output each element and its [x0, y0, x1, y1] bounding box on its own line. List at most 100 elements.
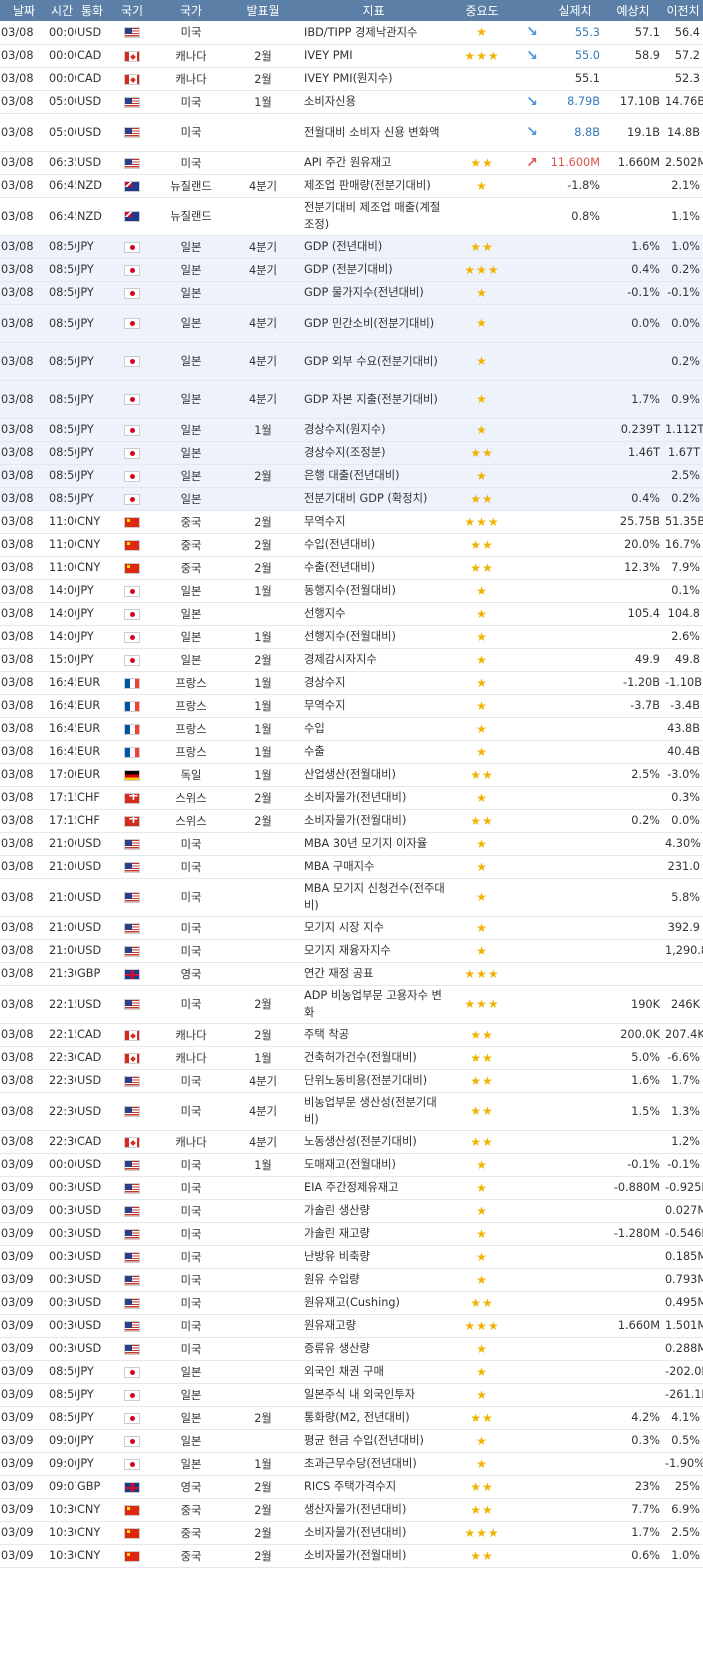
- row-indicator[interactable]: 단위노동비용(전분기대비): [300, 1069, 447, 1093]
- row-indicator[interactable]: MBA 30년 모기지 이자율: [300, 832, 447, 856]
- row-indicator[interactable]: 전분기대비 제조업 매출(계절조정): [300, 197, 447, 236]
- row-indicator[interactable]: 원유재고량: [300, 1314, 447, 1338]
- row-indicator[interactable]: 소비자신용: [300, 90, 447, 114]
- row-indicator[interactable]: IBD/TIPP 경제낙관지수: [300, 21, 447, 45]
- row-indicator[interactable]: API 주간 원유재고: [300, 151, 447, 175]
- row-indicator[interactable]: 원유 수입량: [300, 1268, 447, 1292]
- row-indicator[interactable]: 노동생산성(전분기대비): [300, 1130, 447, 1154]
- table-row[interactable]: 03/0900:30USD 미국 원유 수입량 ★ 0.793M: [0, 1268, 703, 1292]
- table-row[interactable]: 03/0811:00CNY 중국2월수입(전년대비) ★★ 20.0%16.7%: [0, 533, 703, 557]
- row-indicator[interactable]: 선행지수(전월대비): [300, 625, 447, 649]
- table-row[interactable]: 03/0808:50JPY 일본4분기GDP 자본 지출(전분기대비) ★ 1.7%0…: [0, 380, 703, 419]
- table-row[interactable]: 03/0822:30USD 미국4분기비농업부문 생산성(전분기대비) ★★ 1.5%…: [0, 1092, 703, 1131]
- table-row[interactable]: 03/0822:15USD 미국2월ADP 비농업부문 고용자수 변화 ★★★ 190…: [0, 985, 703, 1024]
- table-row[interactable]: 03/0816:45EUR 프랑스1월무역수지 ★ -3.7B-3.4B: [0, 694, 703, 718]
- table-row[interactable]: 03/0800:00CAD 캐나다2월IVEY PMI(원지수) 55.1 52.3: [0, 67, 703, 91]
- row-indicator[interactable]: 수출: [300, 740, 447, 764]
- table-row[interactable]: 03/0900:30USD 미국 증류유 생산량 ★ 0.288M: [0, 1337, 703, 1361]
- row-indicator[interactable]: 경상수지: [300, 671, 447, 695]
- row-indicator[interactable]: 일본주식 내 외국인투자: [300, 1383, 447, 1407]
- header-importance[interactable]: 중요도: [447, 0, 517, 21]
- row-indicator[interactable]: 생산자물가(전년대비): [300, 1498, 447, 1522]
- table-row[interactable]: 03/0821:30GBP 영국 연간 재정 공표 ★★★: [0, 962, 703, 986]
- table-row[interactable]: 03/0811:00CNY 중국2월수출(전년대비) ★★ 12.3%7.9%: [0, 556, 703, 580]
- table-row[interactable]: 03/0908:50JPY 일본 일본주식 내 외국인투자 ★ -261.1B: [0, 1383, 703, 1407]
- row-indicator[interactable]: 건축허가건수(전월대비): [300, 1046, 447, 1070]
- row-indicator[interactable]: 산업생산(전월대비): [300, 763, 447, 787]
- table-row[interactable]: 03/0900:30USD 미국 원유재고량 ★★★ 1.660M1.501M: [0, 1314, 703, 1338]
- row-indicator[interactable]: 소비자물가(전년대비): [300, 786, 447, 810]
- row-indicator[interactable]: 전분기대비 GDP (확정치): [300, 487, 447, 511]
- row-indicator[interactable]: 원유재고(Cushing): [300, 1291, 447, 1315]
- header-currency[interactable]: 통화: [76, 0, 108, 21]
- row-indicator[interactable]: EIA 주간정제유재고: [300, 1176, 447, 1200]
- table-row[interactable]: 03/0814:00JPY 일본1월동행지수(전월대비) ★ 0.1%: [0, 579, 703, 603]
- row-indicator[interactable]: GDP 민간소비(전분기대비): [300, 304, 447, 343]
- row-indicator[interactable]: 가솔린 재고량: [300, 1222, 447, 1246]
- row-indicator[interactable]: 무역수지: [300, 510, 447, 534]
- row-indicator[interactable]: 수입(전년대비): [300, 533, 447, 557]
- row-indicator[interactable]: 수입: [300, 717, 447, 741]
- table-row[interactable]: 03/0816:45EUR 프랑스1월수출 ★ 40.4B: [0, 740, 703, 764]
- table-row[interactable]: 03/0814:00JPY 일본 선행지수 ★ 105.4104.8: [0, 602, 703, 626]
- row-indicator[interactable]: IVEY PMI: [300, 44, 447, 68]
- table-row[interactable]: 03/0821:00USD 미국 모기지 시장 지수 ★ 392.9: [0, 916, 703, 940]
- row-indicator[interactable]: 제조업 판매량(전분기대비): [300, 174, 447, 198]
- header-indicator[interactable]: 지표: [300, 0, 447, 21]
- table-row[interactable]: 03/0908:50JPY 일본2월통화량(M2, 전년대비) ★★ 4.2%4.1%: [0, 1406, 703, 1430]
- table-row[interactable]: 03/0805:00USD 미국1월소비자신용 ↘8.79B17.10B14.76B: [0, 90, 703, 114]
- row-indicator[interactable]: 난방유 비축량: [300, 1245, 447, 1269]
- table-row[interactable]: 03/0816:45EUR 프랑스1월경상수지 ★ -1.20B-1.10B: [0, 671, 703, 695]
- table-row[interactable]: 03/0805:00USD 미국 전월대비 소비자 신용 변화액 ↘8.8B19.1B…: [0, 113, 703, 152]
- row-indicator[interactable]: 경상수지(원지수): [300, 418, 447, 442]
- row-indicator[interactable]: 비농업부문 생산성(전분기대비): [300, 1092, 447, 1131]
- table-row[interactable]: 03/0900:30USD 미국 EIA 주간정제유재고 ★ -0.880M-0.925…: [0, 1176, 703, 1200]
- table-row[interactable]: 03/0909:00JPY 일본 평균 현금 수입(전년대비) ★ 0.3%0.5%: [0, 1429, 703, 1453]
- row-indicator[interactable]: 도매재고(전월대비): [300, 1153, 447, 1177]
- row-indicator[interactable]: 증류유 생산량: [300, 1337, 447, 1361]
- row-indicator[interactable]: 통화량(M2, 전년대비): [300, 1406, 447, 1430]
- table-row[interactable]: 03/0806:45NZD 뉴질랜드 전분기대비 제조업 매출(계절조정) 0.8% 1…: [0, 197, 703, 236]
- row-indicator[interactable]: 은행 대출(전년대비): [300, 464, 447, 488]
- table-row[interactable]: 03/0817:00EUR 독일1월산업생산(전월대비) ★★ 2.5%-3.0%: [0, 763, 703, 787]
- table-row[interactable]: 03/0822:15CAD 캐나다2월주택 착공 ★★ 200.0K207.4K: [0, 1023, 703, 1047]
- table-row[interactable]: 03/0821:00USD 미국 MBA 구매지수 ★ 231.0: [0, 855, 703, 879]
- header-period[interactable]: 발표월: [226, 0, 300, 21]
- table-row[interactable]: 03/0811:00CNY 중국2월무역수지 ★★★ 25.75B51.35B: [0, 510, 703, 534]
- table-row[interactable]: 03/0908:50JPY 일본 외국인 채권 구매 ★ -202.0B: [0, 1360, 703, 1384]
- header-previous[interactable]: 이전치: [663, 0, 703, 21]
- table-row[interactable]: 03/0821:00USD 미국 MBA 모기지 신청건수(전주대비) ★ 5.8%: [0, 878, 703, 917]
- row-indicator[interactable]: 평균 현금 수입(전년대비): [300, 1429, 447, 1453]
- header-flag[interactable]: 국기: [108, 0, 156, 21]
- table-row[interactable]: 03/0808:50JPY 일본 경상수지(조정분) ★★ 1.46T1.67T: [0, 441, 703, 465]
- row-indicator[interactable]: 소비자물가(전월대비): [300, 1544, 447, 1568]
- row-indicator[interactable]: 소비자물가(전년대비): [300, 1521, 447, 1545]
- row-indicator[interactable]: 모기지 재융자지수: [300, 939, 447, 963]
- header-time[interactable]: 시간: [48, 0, 76, 21]
- table-row[interactable]: 03/0817:15CHF 스위스2월소비자물가(전월대비) ★★ 0.2%0.0%: [0, 809, 703, 833]
- header-date[interactable]: 날짜: [0, 0, 48, 21]
- table-row[interactable]: 03/0808:50JPY 일본4분기GDP (전분기대비) ★★★ 0.4%0.2%: [0, 258, 703, 282]
- row-indicator[interactable]: 경상수지(조정분): [300, 441, 447, 465]
- table-row[interactable]: 03/0822:30CAD 캐나다1월건축허가건수(전월대비) ★★ 5.0%-6.6…: [0, 1046, 703, 1070]
- table-row[interactable]: 03/0910:30CNY 중국2월소비자물가(전년대비) ★★★ 1.7%2.5%: [0, 1521, 703, 1545]
- row-indicator[interactable]: 동행지수(전월대비): [300, 579, 447, 603]
- table-row[interactable]: 03/0821:00USD 미국 모기지 재융자지수 ★ 1,290.8: [0, 939, 703, 963]
- row-indicator[interactable]: GDP (전년대비): [300, 235, 447, 259]
- row-indicator[interactable]: 소비자물가(전월대비): [300, 809, 447, 833]
- table-row[interactable]: 03/0822:30USD 미국4분기단위노동비용(전분기대비) ★★ 1.6%1.7…: [0, 1069, 703, 1093]
- table-row[interactable]: 03/0808:50JPY 일본 GDP 물가지수(전년대비) ★ -0.1%-0.1%: [0, 281, 703, 305]
- row-indicator[interactable]: 가솔린 생산량: [300, 1199, 447, 1223]
- table-row[interactable]: 03/0900:30USD 미국 가솔린 재고량 ★ -1.280M-0.546M: [0, 1222, 703, 1246]
- table-row[interactable]: 03/0910:30CNY 중국2월생산자물가(전년대비) ★★ 7.7%6.9%: [0, 1498, 703, 1522]
- row-indicator[interactable]: ADP 비농업부문 고용자수 변화: [300, 985, 447, 1024]
- row-indicator[interactable]: GDP 물가지수(전년대비): [300, 281, 447, 305]
- table-row[interactable]: 03/0800:00CAD 캐나다2월IVEY PMI ★★★ ↘55.058.957…: [0, 44, 703, 68]
- table-row[interactable]: 03/0808:50JPY 일본4분기GDP (전년대비) ★★ 1.6%1.0%: [0, 235, 703, 259]
- row-indicator[interactable]: 선행지수: [300, 602, 447, 626]
- table-row[interactable]: 03/0900:00USD 미국1월도매재고(전월대비) ★ -0.1%-0.1%: [0, 1153, 703, 1177]
- row-indicator[interactable]: 전월대비 소비자 신용 변화액: [300, 113, 447, 152]
- table-row[interactable]: 03/0909:00JPY 일본1월초과근무수당(전년대비) ★ -1.90%: [0, 1452, 703, 1476]
- table-row[interactable]: 03/0808:50JPY 일본 전분기대비 GDP (확정치) ★★ 0.4%0.2%: [0, 487, 703, 511]
- table-row[interactable]: 03/0800:00USD 미국 IBD/TIPP 경제낙관지수 ★ ↘55.357.1…: [0, 21, 703, 45]
